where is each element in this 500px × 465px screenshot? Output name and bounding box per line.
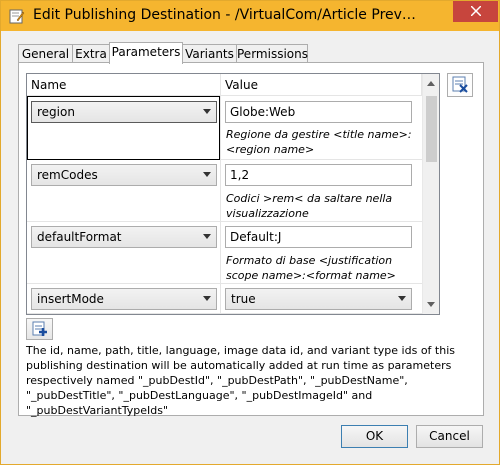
chevron-down-icon [203,109,211,114]
name-combo[interactable]: region [31,101,217,123]
close-icon [469,5,482,17]
name-combo-value: defaultFormat [37,230,122,244]
value-select[interactable]: true [225,288,412,310]
scroll-down-icon[interactable] [427,302,435,307]
table-row: remCodes 1,2 Codici >rem< da saltare nel… [27,160,422,222]
name-combo-value: insertMode [37,292,104,306]
column-header-value[interactable]: Value [221,74,422,96]
delete-row-icon [452,76,468,93]
value-input[interactable]: Default:J [225,226,412,248]
tab-parameters[interactable]: Parameters [109,42,183,64]
name-combo[interactable]: insertMode [31,288,217,310]
value-cell: Globe:Web Regione da gestire <title name… [221,96,422,160]
name-combo-value: remCodes [37,168,98,182]
parameters-info-text: The id, name, path, title, language, ima… [26,344,455,417]
name-cell: insertMode [27,284,221,314]
window-title: Edit Publishing Destination - /VirtualCo… [33,7,416,23]
value-cell: Default:J Formato di base <justification… [221,222,422,284]
ok-button[interactable]: OK [341,425,408,448]
tab-extra[interactable]: Extra [72,44,110,63]
dialog-window: Edit Publishing Destination - /VirtualCo… [0,0,500,465]
delete-parameter-button[interactable] [447,73,473,97]
app-icon [9,9,25,24]
name-cell: region [27,96,221,160]
value-select-value: true [231,292,256,306]
parameters-grid: Name Value region Globe:Web Regione da g… [26,73,440,315]
chevron-down-icon [398,296,406,301]
tab-permissions[interactable]: Permissions [236,44,308,63]
column-header-name[interactable]: Name [27,74,221,96]
close-button[interactable] [453,1,498,22]
add-row-icon [32,321,47,336]
value-input[interactable]: Globe:Web [225,101,412,123]
value-cell: 1,2 Codici >rem< da saltare nella visual… [221,160,422,222]
table-row: defaultFormat Default:J Formato di base … [27,222,422,284]
tab-general[interactable]: General [18,44,73,63]
parameter-description: Codici >rem< da saltare nella visualizza… [226,192,393,220]
cancel-button-label: Cancel [429,429,470,443]
parameter-description: Formato di base <justification scope nam… [226,254,396,282]
name-cell: remCodes [27,160,221,222]
name-combo-value: region [37,105,75,119]
cancel-button[interactable]: Cancel [416,425,483,448]
name-combo[interactable]: remCodes [31,164,217,186]
title-bar[interactable]: Edit Publishing Destination - /VirtualCo… [1,1,499,31]
name-cell: defaultFormat [27,222,221,284]
value-input[interactable]: 1,2 [225,164,412,186]
tab-variants[interactable]: Variants [182,44,237,63]
table-row: insertMode true [27,284,422,314]
parameter-description: Regione da gestire <title name>:<region … [226,128,412,156]
scroll-up-icon[interactable] [427,81,435,86]
parameters-panel: Name Value region Globe:Web Regione da g… [18,62,484,417]
ok-button-label: OK [365,429,384,443]
add-parameter-button[interactable] [26,318,53,340]
chevron-down-icon [203,172,211,177]
scroll-thumb[interactable] [426,96,437,162]
value-cell: true [221,284,422,314]
name-combo[interactable]: defaultFormat [31,226,217,248]
chevron-down-icon [203,296,211,301]
vertical-scrollbar[interactable] [422,74,439,314]
table-row: region Globe:Web Regione da gestire <tit… [27,96,422,160]
chevron-down-icon [203,234,211,239]
